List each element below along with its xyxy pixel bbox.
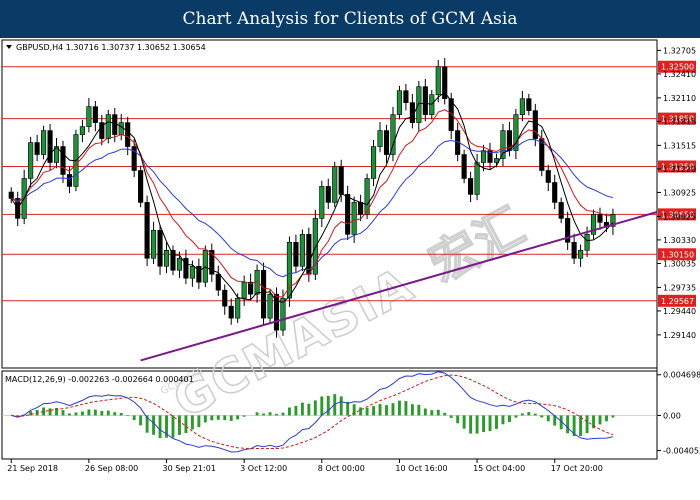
candle-body[interactable] (519, 98, 525, 115)
candle-body[interactable] (228, 305, 234, 319)
price-tick-label: 1.30035 (663, 259, 696, 268)
price-tick-label: 1.30330 (663, 236, 696, 245)
page-title: Chart Analysis for Clients of GCM Asia (0, 0, 700, 38)
candle-body[interactable] (280, 297, 286, 331)
candle-body[interactable] (435, 66, 441, 95)
candle-body[interactable] (183, 257, 189, 279)
candle-body[interactable] (202, 249, 208, 283)
candle-body[interactable] (325, 186, 331, 203)
candle-body[interactable] (319, 186, 325, 219)
candle-body[interactable] (215, 273, 221, 291)
candle-body[interactable] (474, 162, 480, 195)
macd-tick-label: 0.00 (663, 411, 681, 420)
candle-body[interactable] (377, 130, 383, 147)
candle-body[interactable] (468, 178, 474, 195)
time-tick-label: 17 Oct 20:00 (551, 464, 603, 473)
candle-body[interactable] (138, 170, 144, 203)
candle-body[interactable] (118, 122, 124, 135)
candle-body[interactable] (526, 98, 532, 111)
candle-body[interactable] (396, 90, 402, 115)
macd-header: MACD(12,26,9) -0.002263 -0.002664 0.0004… (5, 375, 194, 384)
candle-body[interactable] (105, 114, 111, 139)
price-tick-label: 1.30925 (663, 188, 696, 197)
time-tick-label: 3 Oct 12:00 (240, 464, 287, 473)
time-tick-label: 26 Sep 08:00 (85, 464, 138, 473)
candle-body[interactable] (66, 174, 73, 187)
candle-body[interactable] (222, 289, 228, 307)
price-tick-label: 1.29440 (663, 307, 696, 316)
level-label: 1.30150 (661, 250, 694, 259)
candle-body[interactable] (151, 230, 157, 259)
chart-header: GBPUSD,H4 1.30716 1.30737 1.30652 1.3065… (16, 43, 206, 52)
candle-body[interactable] (189, 265, 195, 279)
candle-body[interactable] (241, 281, 247, 299)
candle-body[interactable] (28, 142, 34, 179)
candle-body[interactable] (157, 230, 163, 267)
candle-body[interactable] (578, 249, 584, 259)
candle-body[interactable] (480, 150, 487, 163)
time-tick-label: 10 Oct 16:00 (395, 464, 447, 473)
candle-body[interactable] (267, 293, 273, 319)
level-label: 1.29567 (661, 297, 694, 306)
price-tick-label: 1.32705 (663, 46, 696, 55)
candle-body[interactable] (79, 126, 85, 135)
candle-body[interactable] (144, 202, 150, 259)
candle-body[interactable] (47, 130, 53, 163)
price-tick-label: 1.32410 (663, 70, 696, 79)
candle-body[interactable] (196, 265, 202, 283)
candle-body[interactable] (338, 166, 344, 195)
candle-body[interactable] (370, 146, 377, 179)
candle-body[interactable] (299, 234, 305, 267)
price-tick-label: 1.29735 (663, 283, 696, 292)
time-tick-label: 30 Sep 21:01 (163, 464, 216, 473)
candle-body[interactable] (163, 249, 170, 267)
candle-body[interactable] (34, 142, 40, 155)
candle-body[interactable] (461, 154, 467, 179)
chart[interactable]: GCMASIA 宏汇 GCMASIA 1.325001.318501.31250… (0, 38, 700, 500)
candle-body[interactable] (422, 86, 428, 115)
price-tick-label: 1.29140 (663, 331, 696, 340)
candle-body[interactable] (235, 297, 241, 319)
price-tick-label: 1.31515 (663, 141, 696, 150)
candle-body[interactable] (345, 194, 351, 235)
candle-body[interactable] (8, 191, 14, 199)
candle-body[interactable] (92, 106, 98, 123)
candle-body[interactable] (552, 182, 558, 203)
candle-body[interactable] (532, 110, 538, 139)
candle-body[interactable] (416, 86, 422, 123)
price-tick-label: 1.32110 (663, 94, 696, 103)
candle-body[interactable] (358, 202, 364, 215)
candle-body[interactable] (351, 202, 357, 235)
candle-body[interactable] (86, 106, 92, 127)
candle-body[interactable] (403, 90, 409, 103)
candle-body[interactable] (170, 249, 176, 271)
candle-body[interactable] (571, 242, 577, 259)
macd-tick-label: 0.004698 (663, 371, 700, 380)
candle-body[interactable] (597, 214, 603, 223)
candle-body[interactable] (584, 234, 590, 251)
candle-body[interactable] (293, 242, 299, 267)
candle-body[interactable] (261, 269, 267, 319)
time-tick-label: 21 Sep 2018 (7, 464, 58, 473)
candle-body[interactable] (558, 202, 564, 219)
candle-body[interactable] (41, 130, 47, 155)
time-tick-label: 15 Oct 04:00 (473, 464, 525, 473)
candle-body[interactable] (545, 170, 551, 183)
price-tick-label: 1.31815 (663, 117, 696, 126)
time-tick-label: 8 Oct 00:00 (318, 464, 365, 473)
candle-body[interactable] (60, 146, 66, 175)
candle-body[interactable] (500, 130, 506, 159)
candle-body[interactable] (332, 166, 338, 203)
price-tick-label: 1.30625 (663, 212, 696, 221)
price-tick-label: 1.31220 (663, 165, 696, 174)
candle-body[interactable] (125, 122, 131, 147)
macd-tick-label: -0.004055 (663, 447, 700, 456)
candle-body[interactable] (383, 130, 390, 155)
candle-body[interactable] (176, 257, 183, 271)
